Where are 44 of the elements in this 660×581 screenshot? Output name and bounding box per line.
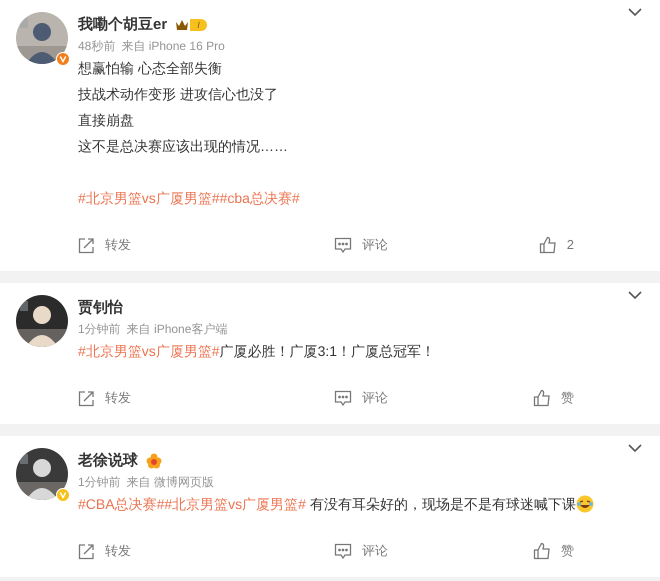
repost-button[interactable]: 转发 [78, 388, 131, 408]
hashtag-link[interactable]: #CBA总决赛# [78, 491, 164, 517]
hashtag-link[interactable]: #北京男篮vs广厦男篮# [78, 338, 220, 364]
user-name[interactable]: 我嘞个胡豆er [78, 15, 168, 35]
hashtag-link[interactable]: #北京男篮vs广厦男篮# [164, 491, 306, 517]
thumbs-up-icon [533, 542, 551, 560]
thumbs-up-icon [538, 236, 557, 254]
user-name[interactable]: 贾钊怡 [78, 298, 123, 318]
comment-button[interactable]: 评论 [334, 541, 388, 561]
share-icon [78, 236, 95, 254]
post-source: 来自 iPhone 16 Pro [121, 38, 225, 55]
repost-button[interactable]: 转发 [78, 541, 131, 561]
post-text: 想赢怕输 心态全部失衡 [78, 59, 222, 78]
chevron-down-icon[interactable] [628, 8, 642, 17]
share-icon [78, 390, 95, 406]
chevron-down-icon[interactable] [628, 444, 642, 453]
comment-button[interactable]: 评论 [334, 235, 388, 255]
post-text: 这不是总决赛应该出现的情况…… [78, 137, 288, 156]
post-time: 1分钟前 [78, 321, 121, 338]
comment-button[interactable]: 评论 [334, 388, 388, 408]
crown-icon [175, 19, 190, 31]
laughing-emoji-icon [576, 495, 594, 513]
post-text: 直接崩盘 [78, 111, 134, 130]
hashtag-link[interactable]: #cba总决赛# [220, 185, 300, 211]
comment-icon [334, 542, 352, 560]
post-time: 48秒前 [78, 38, 116, 55]
flower-icon [146, 453, 162, 469]
comment-icon [334, 236, 352, 254]
post-text: 技战术动作变形 进攻信心也没了 [78, 85, 278, 104]
thumbs-up-icon [533, 389, 551, 407]
post-source: 来自 iPhone客户端 [126, 321, 228, 338]
post-source: 来自 微博网页版 [126, 474, 214, 491]
user-name[interactable]: 老徐说球 [78, 451, 138, 471]
post-text: 有没有耳朵好的，现场是不是有球迷喊下课 [308, 495, 576, 514]
share-icon [78, 542, 95, 560]
post-text: 广厦必胜！广厦3:1！广厦总冠军！ [220, 342, 436, 361]
repost-button[interactable]: 转发 [78, 235, 131, 255]
post-time: 1分钟前 [78, 474, 121, 491]
like-button[interactable]: 赞 [533, 388, 574, 408]
like-button[interactable]: 赞 [533, 541, 574, 561]
comment-icon [334, 390, 352, 406]
chevron-down-icon[interactable] [628, 291, 642, 300]
like-button[interactable]: 2 [538, 235, 574, 255]
hashtag-link[interactable]: #北京男篮vs广厦男篮# [78, 185, 220, 211]
